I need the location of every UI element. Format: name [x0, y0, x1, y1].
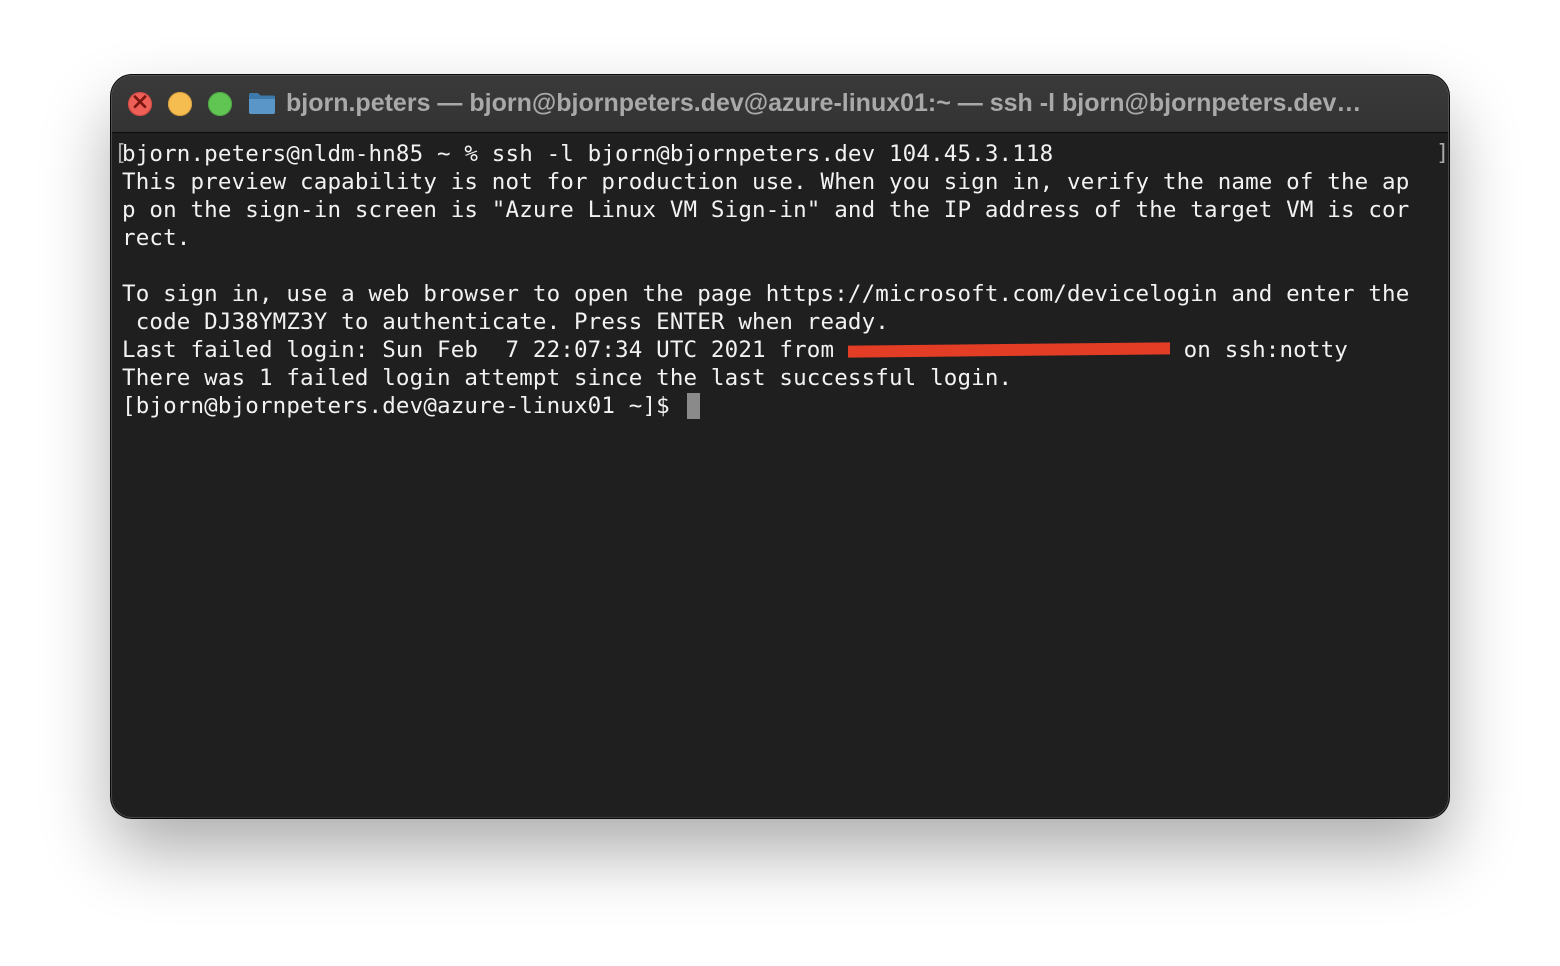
redacted-ip: [847, 336, 1170, 364]
zoom-button[interactable]: [208, 92, 232, 116]
output-line: To sign in, use a web browser to open th…: [122, 281, 1410, 307]
mark-bracket-close: ]: [1436, 141, 1448, 166]
command-line: bjorn.peters@nldm-hn85 ~ % ssh -l bjorn@…: [122, 141, 1054, 167]
last-failed-prefix: Last failed login: Sun Feb 7 22:07:34 UT…: [122, 337, 848, 363]
folder-icon: [249, 93, 275, 114]
text-cursor: [686, 393, 700, 419]
terminal-window: bjorn.peters — bjorn@bjornpeters.dev@azu…: [112, 76, 1448, 817]
last-failed-suffix: on ssh:notty: [1169, 337, 1348, 363]
minimize-button[interactable]: [168, 92, 192, 116]
output-line: rect.: [122, 225, 191, 251]
terminal-content[interactable]: [ ] bjorn.peters@nldm-hn85 ~ % ssh -l bj…: [112, 133, 1448, 817]
output-line: code DJ38YMZ3Y to authenticate. Press EN…: [122, 309, 889, 335]
output-line: p on the sign-in screen is "Azure Linux …: [122, 197, 1410, 223]
title-bar[interactable]: bjorn.peters — bjorn@bjornpeters.dev@azu…: [112, 76, 1448, 133]
window-title: bjorn.peters — bjorn@bjornpeters.dev@azu…: [286, 89, 1362, 117]
last-failed-login-line: Last failed login: Sun Feb 7 22:07:34 UT…: [122, 336, 1348, 364]
prompt-line[interactable]: [bjorn@bjornpeters.dev@azure-linux01 ~]$: [122, 392, 700, 420]
output-line: This preview capability is not for produ…: [122, 169, 1410, 195]
close-button[interactable]: [128, 89, 152, 116]
failed-attempts-line: There was 1 failed login attempt since t…: [122, 365, 1013, 391]
shell-prompt: [bjorn@bjornpeters.dev@azure-linux01 ~]$: [122, 393, 684, 419]
